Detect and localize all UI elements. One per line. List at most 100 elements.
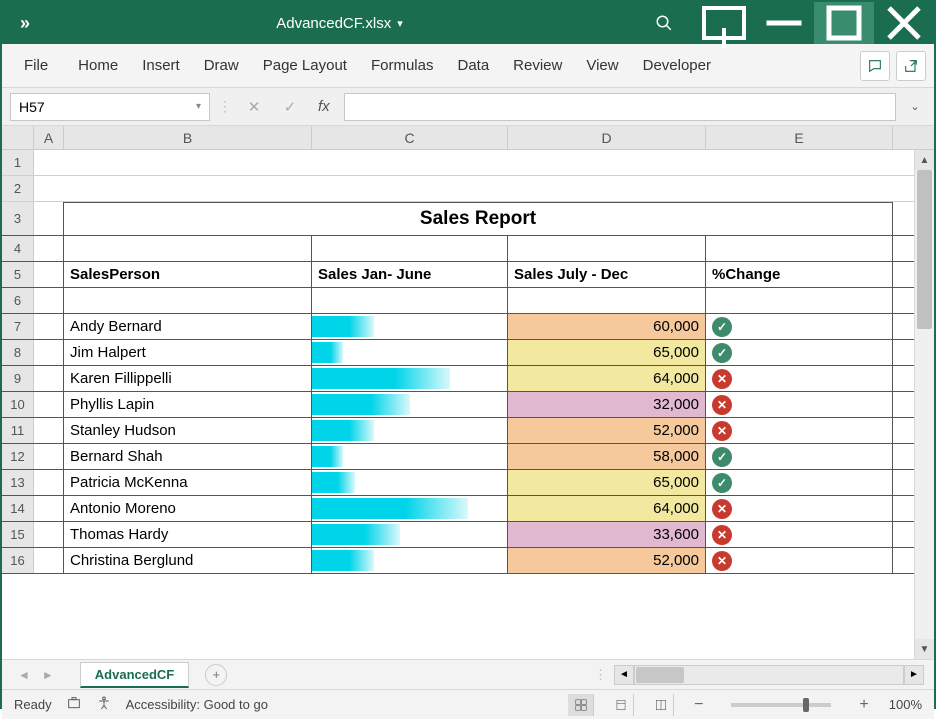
- tab-home[interactable]: Home: [66, 47, 130, 84]
- sales-h1-cell[interactable]: [312, 470, 508, 495]
- cell[interactable]: [34, 340, 64, 365]
- select-all-button[interactable]: [2, 126, 34, 149]
- row-header[interactable]: 14: [2, 496, 34, 521]
- tab-developer[interactable]: Developer: [631, 47, 723, 84]
- sales-h1-cell[interactable]: [312, 314, 508, 339]
- cell[interactable]: [34, 548, 64, 573]
- sales-h2-cell[interactable]: 32,000: [508, 392, 706, 417]
- row-header[interactable]: 3: [2, 202, 34, 235]
- salesperson-cell[interactable]: Karen Fillippelli: [64, 366, 312, 391]
- row-header[interactable]: 5: [2, 262, 34, 287]
- sales-h1-cell[interactable]: [312, 392, 508, 417]
- zoom-slider[interactable]: [731, 703, 831, 707]
- macro-record-icon[interactable]: [66, 695, 82, 714]
- scroll-down-button[interactable]: ▼: [915, 639, 934, 659]
- hscroll-thumb[interactable]: [636, 667, 684, 683]
- tab-page-layout[interactable]: Page Layout: [251, 47, 359, 84]
- sales-h1-cell[interactable]: [312, 418, 508, 443]
- col-header-e[interactable]: E: [706, 126, 893, 149]
- change-cell[interactable]: ✕: [706, 366, 893, 391]
- salesperson-cell[interactable]: Thomas Hardy: [64, 522, 312, 547]
- zoom-thumb[interactable]: [803, 698, 809, 712]
- tab-file[interactable]: File: [10, 47, 66, 84]
- scroll-left-button[interactable]: ◄: [614, 665, 634, 685]
- salesperson-cell[interactable]: Bernard Shah: [64, 444, 312, 469]
- zoom-out-button[interactable]: −: [688, 696, 709, 714]
- change-cell[interactable]: ✓: [706, 444, 893, 469]
- header-salesperson[interactable]: SalesPerson: [64, 262, 312, 287]
- header-change[interactable]: %Change: [706, 262, 893, 287]
- view-normal-button[interactable]: [568, 694, 594, 716]
- change-cell[interactable]: ✕: [706, 496, 893, 521]
- change-cell[interactable]: ✕: [706, 548, 893, 573]
- sales-h1-cell[interactable]: [312, 366, 508, 391]
- sales-h2-cell[interactable]: 64,000: [508, 366, 706, 391]
- cell[interactable]: [34, 496, 64, 521]
- row-header[interactable]: 8: [2, 340, 34, 365]
- change-cell[interactable]: ✓: [706, 340, 893, 365]
- change-cell[interactable]: ✕: [706, 522, 893, 547]
- salesperson-cell[interactable]: Phyllis Lapin: [64, 392, 312, 417]
- horizontal-scrollbar[interactable]: ◄ ►: [614, 665, 924, 685]
- cancel-button[interactable]: [240, 93, 268, 121]
- salesperson-cell[interactable]: Christina Berglund: [64, 548, 312, 573]
- hscroll-track[interactable]: [634, 665, 904, 685]
- sheet-tab-active[interactable]: AdvancedCF: [80, 662, 189, 688]
- cell[interactable]: [34, 444, 64, 469]
- cell[interactable]: [34, 418, 64, 443]
- col-header-c[interactable]: C: [312, 126, 508, 149]
- zoom-in-button[interactable]: +: [853, 696, 874, 714]
- sales-h1-cell[interactable]: [312, 522, 508, 547]
- tab-review[interactable]: Review: [501, 47, 574, 84]
- scroll-thumb[interactable]: [917, 170, 932, 329]
- sales-h1-cell[interactable]: [312, 496, 508, 521]
- insert-function-button[interactable]: fx: [312, 98, 336, 115]
- sheet-nav-prev[interactable]: ◄: [12, 668, 36, 682]
- cell[interactable]: [34, 366, 64, 391]
- sales-h2-cell[interactable]: 65,000: [508, 340, 706, 365]
- sales-h2-cell[interactable]: 52,000: [508, 418, 706, 443]
- scroll-right-button[interactable]: ►: [904, 665, 924, 685]
- salesperson-cell[interactable]: Antonio Moreno: [64, 496, 312, 521]
- chevron-down-icon[interactable]: ▾: [196, 101, 201, 112]
- cell[interactable]: [34, 392, 64, 417]
- cell[interactable]: [34, 522, 64, 547]
- sales-h1-cell[interactable]: [312, 444, 508, 469]
- row-header[interactable]: 6: [2, 288, 34, 313]
- workbook-title[interactable]: AdvancedCF.xlsx ▾: [276, 15, 403, 32]
- row-header[interactable]: 10: [2, 392, 34, 417]
- row-header[interactable]: 4: [2, 236, 34, 261]
- more-commands-icon[interactable]: »: [2, 13, 45, 34]
- col-header-d[interactable]: D: [508, 126, 706, 149]
- sales-h2-cell[interactable]: 58,000: [508, 444, 706, 469]
- comments-button[interactable]: [860, 51, 890, 81]
- scroll-up-button[interactable]: ▲: [915, 150, 934, 170]
- tab-formulas[interactable]: Formulas: [359, 47, 446, 84]
- row-header[interactable]: 7: [2, 314, 34, 339]
- splitter-grip[interactable]: ⋮: [586, 667, 614, 683]
- sales-h1-cell[interactable]: [312, 340, 508, 365]
- salesperson-cell[interactable]: Patricia McKenna: [64, 470, 312, 495]
- tab-draw[interactable]: Draw: [192, 47, 251, 84]
- salesperson-cell[interactable]: Jim Halpert: [64, 340, 312, 365]
- scroll-track[interactable]: [915, 170, 934, 639]
- header-sales-h1[interactable]: Sales Jan- June: [312, 262, 508, 287]
- cell[interactable]: [34, 314, 64, 339]
- sales-h1-cell[interactable]: [312, 548, 508, 573]
- row-header[interactable]: 11: [2, 418, 34, 443]
- change-cell[interactable]: ✓: [706, 314, 893, 339]
- change-cell[interactable]: ✓: [706, 470, 893, 495]
- row-header[interactable]: 2: [2, 176, 34, 201]
- change-cell[interactable]: ✕: [706, 418, 893, 443]
- sales-h2-cell[interactable]: 65,000: [508, 470, 706, 495]
- cell[interactable]: [34, 470, 64, 495]
- sales-h2-cell[interactable]: 60,000: [508, 314, 706, 339]
- tab-insert[interactable]: Insert: [130, 47, 192, 84]
- expand-formula-bar[interactable]: ⌄: [904, 100, 926, 113]
- sheet-nav-next[interactable]: ►: [36, 668, 60, 682]
- search-button[interactable]: [634, 2, 694, 44]
- row-header[interactable]: 13: [2, 470, 34, 495]
- formula-input[interactable]: [344, 93, 896, 121]
- row-header[interactable]: 1: [2, 150, 34, 175]
- row-header[interactable]: 15: [2, 522, 34, 547]
